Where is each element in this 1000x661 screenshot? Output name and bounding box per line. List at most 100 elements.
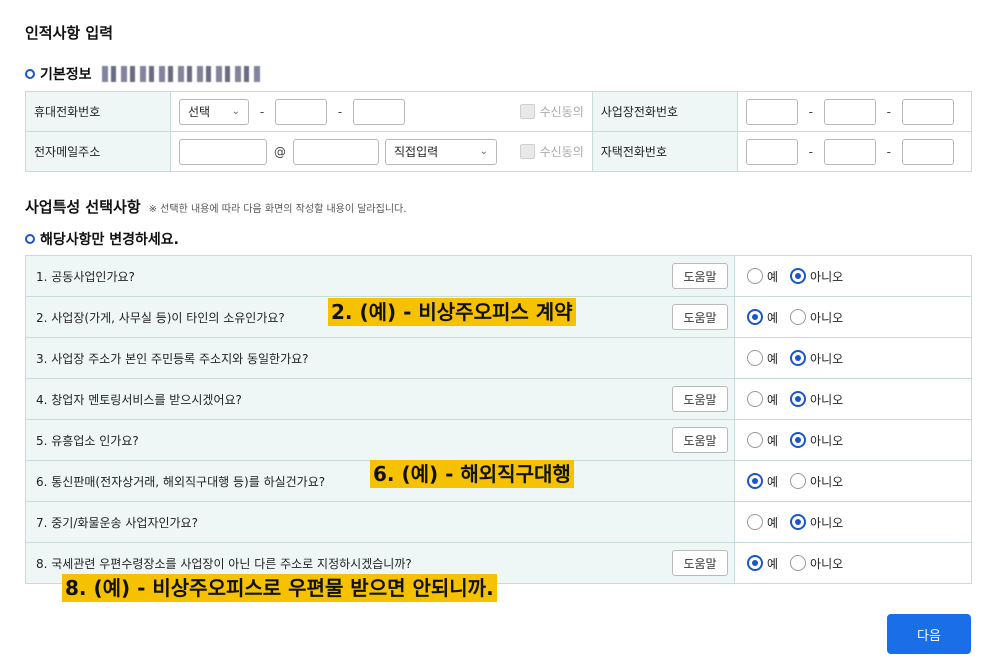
features-heading: 사업특성 선택사항: [25, 198, 141, 216]
radio-circle-icon[interactable]: [790, 268, 807, 284]
yes-no-radio-group: 예 아니오: [747, 432, 959, 449]
annotation-q6: 6. (예) - 해외직구대행: [370, 460, 574, 488]
mobile-consent[interactable]: 수신동의: [519, 103, 584, 120]
home-phone-1-input[interactable]: [745, 138, 798, 165]
no-radio-label: 아니오: [810, 433, 844, 448]
no-radio[interactable]: 아니오: [790, 350, 843, 367]
at-sign: @: [274, 144, 286, 159]
radio-circle-icon[interactable]: [747, 391, 763, 407]
basic-info-table: 휴대전화번호 선택 ⌄ - - 수신동의 사업장전화번호 - - 전자메일주소 …: [25, 91, 973, 172]
question-row: 7. 중기/화물운송 사업자인가요? 예 아니오: [25, 501, 972, 543]
help-button[interactable]: 도움말: [672, 263, 728, 289]
chevron-down-icon: ⌄: [479, 146, 488, 157]
yes-radio[interactable]: 예: [747, 514, 778, 531]
no-radio-label: 아니오: [810, 351, 844, 366]
yes-radio[interactable]: 예: [747, 268, 778, 285]
biz-phone-3-input[interactable]: [901, 98, 954, 125]
help-button[interactable]: 도움말: [672, 304, 728, 330]
email-domain-select-value: 직접입력: [394, 145, 439, 159]
no-radio[interactable]: 아니오: [790, 391, 843, 408]
no-radio[interactable]: 아니오: [790, 514, 843, 531]
radio-circle-icon[interactable]: [747, 268, 763, 284]
radio-circle-icon[interactable]: [747, 309, 763, 325]
mobile-prefix-select[interactable]: 선택 ⌄: [179, 98, 249, 125]
consent-label: 수신동의: [539, 105, 584, 119]
question-text: 6. 통신판매(전자상거래, 해외직구대행 등)를 하실건가요?: [36, 474, 326, 489]
yes-no-radio-group: 예 아니오: [747, 350, 959, 367]
yes-radio[interactable]: 예: [747, 391, 778, 408]
radio-circle-icon[interactable]: [747, 432, 763, 448]
dash: -: [808, 144, 813, 159]
yes-radio-label: 예: [767, 310, 779, 325]
annotation-q8: 8. (예) - 비상주오피스로 우편물 받으면 안되니까.: [62, 574, 497, 602]
radio-circle-icon[interactable]: [790, 391, 807, 407]
mobile-label: 휴대전화번호: [25, 91, 171, 132]
home-phone-3-input[interactable]: [901, 138, 954, 165]
radio-circle-icon[interactable]: [790, 555, 807, 571]
basic-info-title: 기본정보: [40, 67, 92, 83]
email-id-input[interactable]: [179, 138, 267, 165]
yes-radio-label: 예: [767, 556, 779, 571]
dash: -: [886, 144, 891, 159]
no-radio-label: 아니오: [810, 392, 844, 407]
email-label: 전자메일주소: [25, 131, 171, 172]
no-radio[interactable]: 아니오: [790, 268, 843, 285]
yes-no-radio-group: 예 아니오: [747, 268, 959, 285]
radio-circle-icon[interactable]: [747, 350, 763, 366]
yes-radio[interactable]: 예: [747, 432, 778, 449]
no-radio[interactable]: 아니오: [790, 473, 843, 490]
mobile-last-input[interactable]: [353, 98, 405, 125]
radio-circle-icon[interactable]: [790, 350, 807, 366]
yes-radio[interactable]: 예: [747, 350, 778, 367]
circle-bullet-icon: [25, 234, 35, 244]
yes-radio-label: 예: [767, 433, 779, 448]
yes-radio-label: 예: [767, 515, 779, 530]
radio-circle-icon[interactable]: [747, 473, 763, 489]
consent-label: 수신동의: [539, 145, 584, 159]
no-radio-label: 아니오: [810, 515, 844, 530]
next-button[interactable]: 다음: [887, 614, 971, 654]
question-row: 1. 공동사업인가요? 도움말 예 아니오: [25, 255, 972, 297]
no-radio[interactable]: 아니오: [790, 555, 843, 572]
circle-bullet-icon: [25, 69, 35, 79]
radio-circle-icon[interactable]: [790, 309, 807, 325]
dash: -: [886, 104, 891, 119]
help-button[interactable]: 도움말: [672, 386, 728, 412]
no-radio[interactable]: 아니오: [790, 309, 843, 326]
dash: -: [337, 104, 343, 119]
yes-radio[interactable]: 예: [747, 309, 778, 326]
radio-circle-icon[interactable]: [747, 555, 763, 571]
help-button[interactable]: 도움말: [672, 427, 728, 453]
help-button[interactable]: 도움말: [672, 550, 728, 576]
consent-checkbox[interactable]: [519, 144, 535, 159]
email-domain-select[interactable]: 직접입력 ⌄: [385, 138, 497, 165]
biz-phone-1-input[interactable]: [745, 98, 798, 125]
yes-radio[interactable]: 예: [747, 555, 778, 572]
mobile-prefix-value: 선택: [188, 105, 211, 119]
biz-phone-2-input[interactable]: [823, 98, 876, 125]
no-radio-label: 아니오: [810, 556, 844, 571]
no-radio-label: 아니오: [810, 269, 844, 284]
dash: -: [808, 104, 813, 119]
chevron-down-icon: ⌄: [231, 106, 240, 117]
radio-circle-icon[interactable]: [790, 514, 807, 530]
question-row: 4. 창업자 멘토링서비스를 받으시겠어요? 도움말 예 아니오: [25, 378, 972, 420]
yes-radio-label: 예: [767, 392, 779, 407]
home-phone-2-input[interactable]: [823, 138, 876, 165]
yes-radio[interactable]: 예: [747, 473, 778, 490]
dash: -: [259, 104, 265, 119]
no-radio-label: 아니오: [810, 310, 844, 325]
yes-no-radio-group: 예 아니오: [747, 309, 959, 326]
radio-circle-icon[interactable]: [747, 514, 763, 530]
question-text: 1. 공동사업인가요?: [36, 269, 135, 284]
radio-circle-icon[interactable]: [790, 473, 807, 489]
email-domain-input[interactable]: [293, 138, 379, 165]
no-radio[interactable]: 아니오: [790, 432, 843, 449]
email-consent[interactable]: 수신동의: [519, 143, 584, 160]
radio-circle-icon[interactable]: [790, 432, 807, 448]
features-note: ※ 선택한 내용에 따라 다음 화면의 작성할 내용이 달라집니다.: [148, 204, 407, 215]
home-phone-label: 자택전화번호: [591, 131, 738, 172]
mobile-middle-input[interactable]: [275, 98, 327, 125]
redacted-name: [101, 66, 262, 82]
consent-checkbox[interactable]: [519, 104, 535, 119]
